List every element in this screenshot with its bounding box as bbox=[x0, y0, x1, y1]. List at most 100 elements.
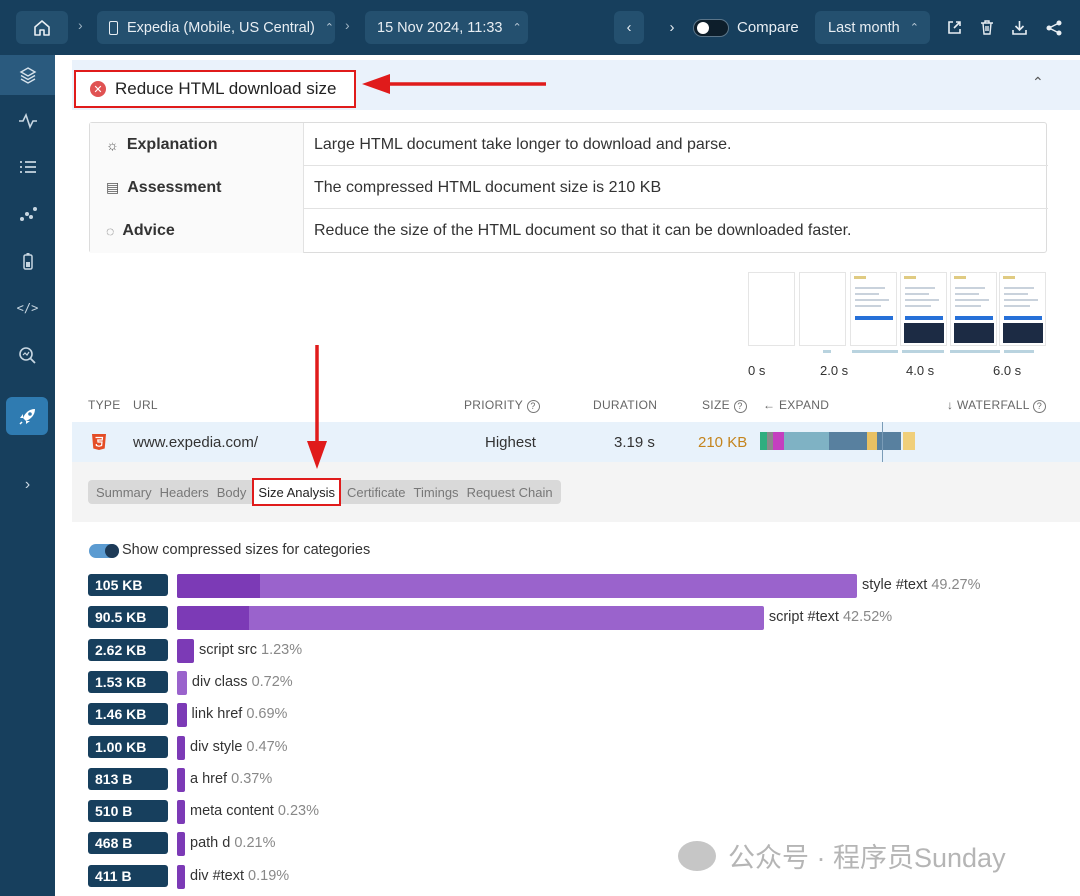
col-header-size[interactable]: SIZE ? bbox=[702, 398, 747, 413]
sidebar-item-graph[interactable] bbox=[0, 194, 55, 234]
wechat-icon bbox=[678, 840, 716, 871]
date-label: 15 Nov 2024, 11:33 bbox=[377, 19, 503, 36]
next-button[interactable]: › bbox=[664, 11, 680, 44]
request-priority: Highest bbox=[485, 433, 536, 451]
issue-title: Reduce HTML download size bbox=[115, 79, 337, 98]
sidebar-item-performance[interactable] bbox=[0, 396, 55, 436]
request-size: 210 KB bbox=[698, 433, 748, 451]
size-bar bbox=[177, 735, 185, 760]
site-selector[interactable]: Expedia (Mobile, US Central) ⌃ bbox=[97, 11, 335, 44]
filmstrip-timeline-mark bbox=[852, 350, 898, 353]
tab-timings[interactable]: Timings bbox=[410, 482, 463, 502]
date-selector[interactable]: 15 Nov 2024, 11:33 ⌃ bbox=[365, 11, 528, 44]
request-duration: 3.19 s bbox=[614, 433, 655, 451]
tab-size-analysis[interactable]: Size Analysis bbox=[252, 478, 341, 506]
info-row-explanation: ☼ Explanation Large HTML document take lo… bbox=[90, 123, 1048, 166]
size-label: style #text 49.27% bbox=[862, 577, 981, 593]
range-selector[interactable]: Last month ⌃ bbox=[815, 11, 930, 44]
list-icon bbox=[19, 161, 36, 173]
error-icon: ✕ bbox=[90, 81, 106, 97]
size-row: 510 B meta content 0.23% bbox=[72, 800, 1080, 825]
advice-value: Reduce the size of the HTML document so … bbox=[314, 222, 852, 239]
sidebar-item-vitals[interactable] bbox=[0, 101, 55, 141]
detail-tabs: Summary Headers Body Size Analysis Certi… bbox=[88, 478, 561, 506]
lightbulb-icon: ☼ bbox=[106, 136, 119, 153]
size-badge: 411 B bbox=[88, 864, 168, 887]
pulse-icon bbox=[18, 113, 37, 129]
tab-summary[interactable]: Summary bbox=[92, 482, 156, 502]
filmstrip-frame[interactable] bbox=[999, 272, 1046, 346]
size-row: 813 B a href 0.37% bbox=[72, 767, 1080, 792]
size-badge: 1.00 KB bbox=[88, 735, 168, 758]
delete-button[interactable] bbox=[979, 11, 999, 44]
advice-key: Advice bbox=[122, 222, 175, 239]
sidebar-item-battery[interactable] bbox=[0, 241, 55, 281]
filmstrip-frame[interactable] bbox=[748, 272, 795, 346]
filmstrip-timeline-mark bbox=[902, 350, 944, 353]
download-button[interactable] bbox=[1011, 11, 1031, 44]
arrow-left-icon: ← bbox=[763, 398, 776, 412]
compressed-sizes-label: Show compressed sizes for categories bbox=[122, 542, 371, 558]
size-bar bbox=[177, 606, 764, 631]
size-row: 1.53 KB div class 0.72% bbox=[72, 670, 1080, 695]
size-badge: 510 B bbox=[88, 800, 168, 823]
sidebar-expand-button[interactable]: › bbox=[0, 465, 55, 505]
explanation-value: Large HTML document take longer to downl… bbox=[314, 135, 732, 153]
scatter-icon bbox=[19, 207, 37, 221]
size-label: div class 0.72% bbox=[191, 673, 293, 690]
prev-button[interactable]: ‹ bbox=[614, 11, 644, 44]
col-header-priority[interactable]: PRIORITY ? bbox=[464, 398, 540, 413]
range-label: Last month bbox=[828, 19, 900, 36]
sidebar-item-list[interactable] bbox=[0, 147, 55, 187]
chevron-right-icon: › bbox=[24, 476, 31, 493]
size-label: div style 0.47% bbox=[190, 738, 288, 755]
compare-toggle[interactable] bbox=[693, 19, 729, 37]
size-bar bbox=[177, 864, 185, 889]
info-row-advice: ◌ Advice Reduce the size of the HTML docu… bbox=[90, 209, 1048, 253]
col-header-url: URL bbox=[133, 398, 158, 412]
external-link-icon bbox=[948, 21, 961, 34]
sidebar-item-inspect[interactable] bbox=[0, 335, 55, 375]
open-external-button[interactable] bbox=[946, 11, 966, 44]
assessment-key: Assessment bbox=[127, 178, 222, 196]
sidebar-item-code[interactable]: </> bbox=[0, 288, 55, 328]
tab-body[interactable]: Body bbox=[213, 482, 251, 502]
help-icon: ? bbox=[1032, 400, 1046, 413]
table-row[interactable]: www.expedia.com/ Highest 3.19 s 210 KB bbox=[72, 422, 1080, 462]
chevron-updown-icon: ⌃ bbox=[909, 22, 919, 34]
size-label: script #text 42.52% bbox=[768, 609, 893, 626]
size-badge: 1.53 KB bbox=[88, 670, 168, 693]
compressed-sizes-toggle[interactable] bbox=[89, 544, 119, 558]
chevron-up-icon[interactable]: ⌃ bbox=[1032, 74, 1044, 91]
help-icon: ? bbox=[526, 400, 540, 413]
size-badge: 2.62 KB bbox=[88, 638, 168, 661]
battery-icon bbox=[22, 253, 33, 270]
size-label: div #text 0.19% bbox=[190, 867, 290, 884]
size-row: 1.46 KB link href 0.69% bbox=[72, 703, 1080, 728]
home-button[interactable] bbox=[16, 11, 68, 44]
waterfall-sort[interactable]: ↓ WATERFALL ? bbox=[947, 398, 1046, 413]
filmstrip-tick: 6.0 s bbox=[993, 363, 1022, 378]
document-icon: ▤ bbox=[106, 179, 120, 195]
request-url[interactable]: www.expedia.com/ bbox=[133, 422, 258, 462]
filmstrip-frame[interactable] bbox=[850, 272, 897, 346]
expand-button[interactable]: ← EXPAND bbox=[763, 398, 829, 412]
tab-headers[interactable]: Headers bbox=[156, 482, 213, 502]
chat-icon: ◌ bbox=[106, 223, 115, 239]
filmstrip-frame[interactable] bbox=[900, 272, 947, 346]
filmstrip-timeline-mark bbox=[1004, 350, 1034, 353]
site-label: Expedia (Mobile, US Central) bbox=[127, 19, 315, 36]
tab-request-chain[interactable]: Request Chain bbox=[463, 482, 557, 502]
size-badge: 90.5 KB bbox=[88, 606, 168, 629]
filmstrip-frame[interactable] bbox=[950, 272, 997, 346]
annotation-arrow-left bbox=[362, 74, 546, 94]
size-label: meta content 0.23% bbox=[190, 803, 319, 820]
size-bar bbox=[177, 574, 857, 598]
size-label: link href 0.69% bbox=[191, 706, 288, 723]
filmstrip-tick: 4.0 s bbox=[906, 363, 935, 378]
tab-certificate[interactable]: Certificate bbox=[343, 482, 410, 502]
sidebar-item-overview[interactable] bbox=[0, 55, 55, 95]
issue-header[interactable]: ✕ Reduce HTML download size ⌃ bbox=[72, 60, 1080, 110]
share-button[interactable] bbox=[1045, 11, 1065, 44]
filmstrip-frame[interactable] bbox=[799, 272, 846, 346]
